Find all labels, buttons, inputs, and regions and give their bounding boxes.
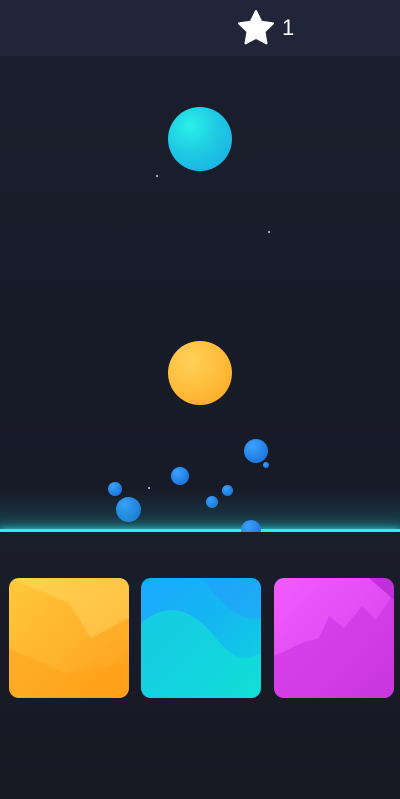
pad-texture — [141, 578, 261, 698]
sparkle — [148, 487, 150, 489]
bubble-particle — [171, 467, 189, 485]
pad-texture — [274, 578, 394, 698]
score-counter: 1 — [236, 8, 294, 48]
pad-magenta[interactable] — [274, 578, 394, 698]
star-icon — [238, 10, 274, 45]
game-stage: 1 — [0, 0, 400, 799]
pad-texture — [9, 578, 129, 698]
top-bar: 1 — [0, 0, 400, 56]
bubble-particle — [263, 462, 269, 468]
score-value: 1 — [282, 15, 295, 40]
bubble-particle — [244, 439, 268, 463]
pad-orange[interactable] — [9, 578, 129, 698]
falling-ball-orange — [168, 341, 232, 405]
pad-cyan[interactable] — [141, 578, 261, 698]
sparkle — [268, 231, 270, 233]
falling-ball-cyan — [168, 107, 232, 171]
hit-line-glow — [0, 490, 400, 532]
sparkle — [156, 175, 158, 177]
